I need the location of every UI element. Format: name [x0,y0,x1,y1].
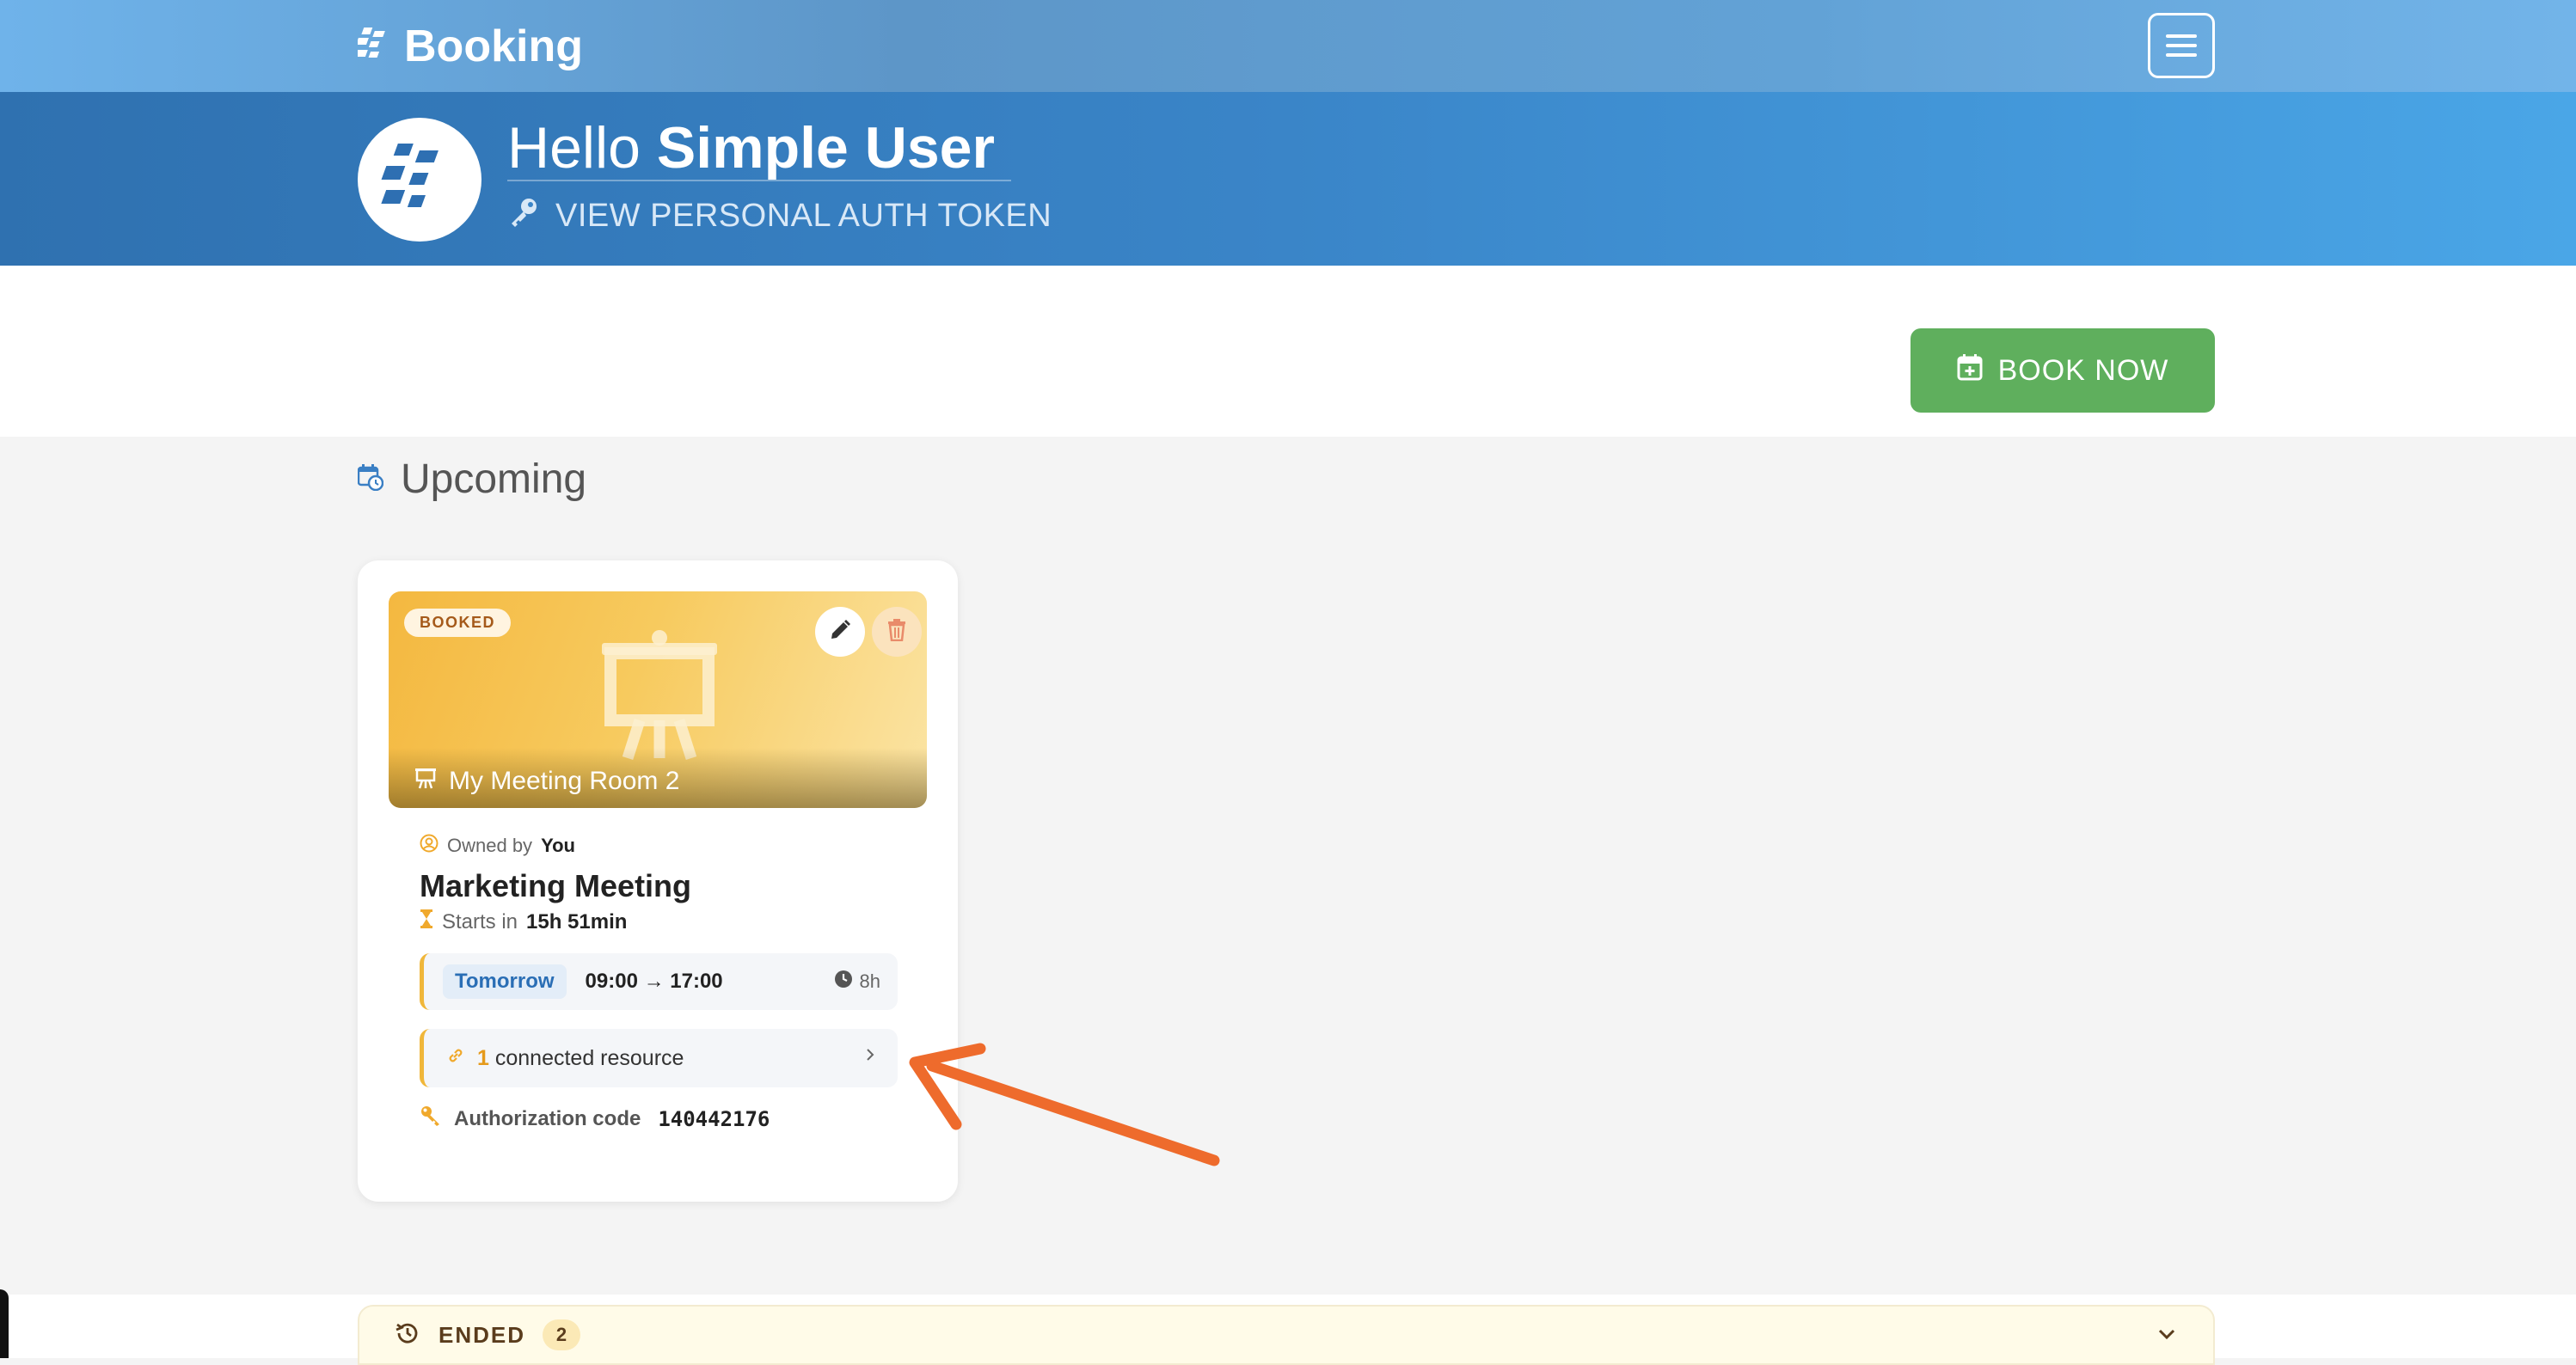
top-navbar: Booking [0,0,2576,92]
trash-icon [886,618,907,646]
ended-label: ENDED [439,1321,526,1348]
starts-in-value: 15h 51min [526,909,628,933]
user-hero: Hello Simple User VIEW PERSONAL AUTH TOK… [0,92,2576,266]
resource-text: 1 connected resource [477,1046,684,1071]
edit-booking-button[interactable] [815,607,865,657]
avatar [358,118,481,242]
view-auth-token-link[interactable]: VIEW PERSONAL AUTH TOKEN [507,195,1052,236]
time-range: 09:00 → 17:00 [585,970,723,993]
chevron-right-icon [863,1044,877,1071]
booking-logo-icon [381,144,439,207]
hamburger-icon [2166,34,2197,38]
calendar-plus-icon [1957,353,1983,389]
starts-in-row: Starts in 15h 51min [420,909,898,934]
card-body: Owned by You Marketing Meeting Starts in… [420,834,898,1133]
schedule-box: Tomorrow 09:00 → 17:00 8h [420,953,898,1010]
upcoming-section-header: Upcoming [357,456,587,503]
user-name: Simple User [656,115,995,181]
status-badge: BOOKED [404,609,512,637]
authorization-label: Authorization code [454,1106,641,1130]
hamburger-icon-line [2166,53,2197,57]
authorization-code: 140442176 [658,1106,770,1131]
calendar-clock-icon [357,463,384,495]
window-corner [0,1289,9,1358]
resource-count: 1 [477,1045,489,1070]
greeting-heading: Hello Simple User [507,116,995,181]
chevron-down-icon [2155,1325,2179,1347]
hourglass-icon [420,909,433,934]
clock-icon [834,970,853,994]
user-circle-icon [420,834,439,858]
owner-name: You [541,835,575,856]
presentation-board-icon [595,629,724,764]
owner-row: Owned by You [420,834,898,858]
book-now-button[interactable]: BOOK NOW [1911,328,2215,413]
day-badge: Tomorrow [443,964,567,999]
greeting-divider [507,180,1011,181]
hamburger-menu-button[interactable] [2148,13,2215,78]
hamburger-icon-line [2166,44,2197,47]
link-icon [446,1046,465,1071]
pencil-icon [829,619,851,646]
resource-label: connected resource [494,1045,684,1070]
duration-value: 8h [859,970,880,992]
connected-resources-row[interactable]: 1 connected resource [420,1029,898,1087]
delete-booking-button[interactable] [872,607,922,657]
booking-logo-icon [354,26,392,68]
action-strip: BOOK NOW [0,266,2576,437]
room-name[interactable]: My Meeting Room 2 [414,767,679,796]
book-now-label: BOOK NOW [1997,353,2169,387]
meeting-title: Marketing Meeting [420,868,692,903]
starts-in-prefix: Starts in [442,909,518,933]
ended-count-badge: 2 [543,1319,581,1350]
greeting-word: Hello [507,115,641,181]
ended-section-toggle[interactable]: ENDED 2 [358,1305,2215,1365]
upcoming-title: Upcoming [401,456,587,502]
owned-by-prefix: Owned by [447,835,533,856]
brand-name: Booking [404,21,583,71]
annotation-arrow [909,1043,1220,1166]
booking-card[interactable]: BOOKED My Meeting Room 2 Owned by You Ma… [358,560,958,1202]
authorization-row: Authorization code 140442176 [420,1105,898,1133]
room-name-label: My Meeting Room 2 [449,767,680,795]
brand[interactable]: Booking [354,14,583,79]
history-icon [394,1319,421,1351]
ended-section-wrap: ENDED 2 [0,1295,2576,1365]
view-auth-token-label: VIEW PERSONAL AUTH TOKEN [555,197,1052,234]
room-banner: BOOKED My Meeting Room 2 [389,591,927,808]
presentation-board-icon [414,767,437,796]
wrench-key-icon [420,1105,442,1133]
key-icon [507,195,540,236]
duration: 8h [834,970,880,994]
